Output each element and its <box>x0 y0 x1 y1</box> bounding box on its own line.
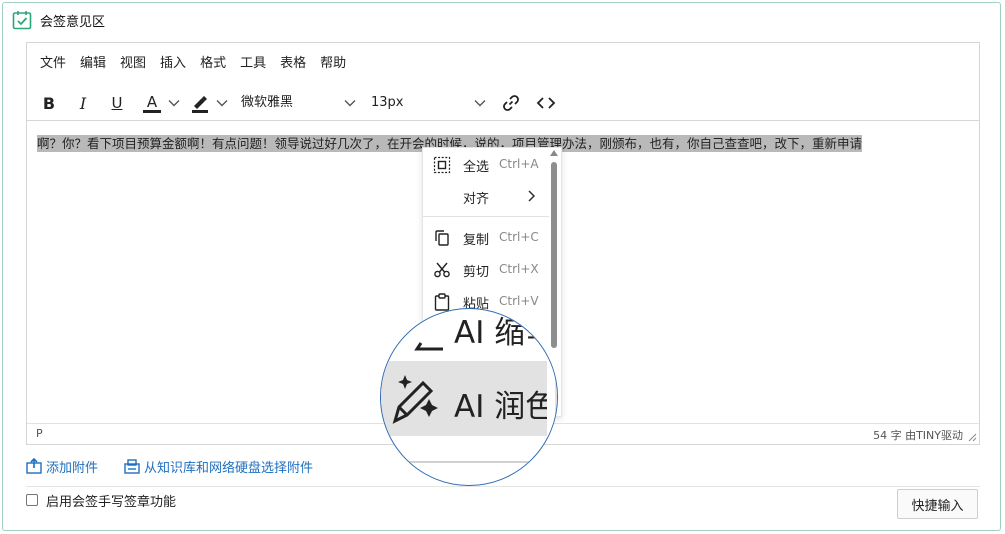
knowledge-base-attachment-label: 从知识库和网络硬盘选择附件 <box>144 460 314 476</box>
editor-toolbar: B I U A 微软雅黑 13px <box>27 85 979 121</box>
bold-button[interactable]: B <box>39 89 59 117</box>
magnifier-lens: AI 缩写 AI 润色 <box>380 308 558 486</box>
add-attachment-link[interactable]: 添加附件 <box>26 456 98 476</box>
italic-icon: I <box>79 93 87 113</box>
menu-edit[interactable]: 编辑 <box>73 43 113 85</box>
signature-toggle[interactable]: 启用会签手写签章功能 <box>26 490 176 510</box>
chevron-down-icon <box>216 100 228 107</box>
resize-grip-icon[interactable] <box>967 432 977 442</box>
footer-divider <box>26 486 980 487</box>
font-family-dropdown-arrow[interactable] <box>343 89 357 117</box>
font-size-value: 13px <box>371 95 404 110</box>
chevron-down-icon <box>344 100 356 107</box>
menu-item-label: 全选 <box>463 160 490 175</box>
highlight-color-button[interactable] <box>187 89 213 117</box>
chevron-down-icon <box>474 100 486 107</box>
chevron-down-icon <box>168 100 180 107</box>
bold-icon: B <box>42 93 56 113</box>
ai-shorten-icon <box>399 315 443 351</box>
text-color-swatch <box>143 109 161 113</box>
font-size-dropdown-arrow[interactable] <box>473 89 487 117</box>
scroll-up-icon[interactable] <box>550 150 558 156</box>
menu-insert[interactable]: 插入 <box>153 43 193 85</box>
signature-label: 启用会签手写签章功能 <box>46 494 177 510</box>
menu-format[interactable]: 格式 <box>193 43 233 85</box>
source-code-icon <box>536 97 556 109</box>
menu-item-shortcut: Ctrl+C <box>499 230 539 244</box>
menu-separator <box>423 216 549 217</box>
underline-button[interactable]: U <box>107 89 127 117</box>
menu-tools[interactable]: 工具 <box>233 43 273 85</box>
word-count: 54 字 由TINY驱动 <box>873 429 963 442</box>
signature-checkbox[interactable] <box>26 494 38 506</box>
menu-item-align[interactable]: 对齐 <box>423 183 549 211</box>
ai-shorten-label: AI 缩写 <box>454 315 557 351</box>
menu-file[interactable]: 文件 <box>33 43 73 85</box>
element-path[interactable]: P <box>36 427 43 440</box>
editor-menubar: 文件 编辑 视图 插入 格式 工具 表格 帮助 <box>27 43 979 85</box>
source-code-button[interactable] <box>534 89 558 117</box>
menu-item-copy[interactable]: 复制 Ctrl+C <box>423 224 549 252</box>
menu-item-ai-polish[interactable]: AI 润色 <box>381 361 557 436</box>
font-family-value: 微软雅黑 <box>241 95 294 110</box>
link-icon <box>503 95 519 111</box>
ai-polish-label: AI 润色 <box>454 389 557 425</box>
underline-icon: U <box>111 94 123 112</box>
quick-input-label: 快捷输入 <box>911 498 964 514</box>
ai-polish-icon <box>392 375 438 424</box>
text-color-button[interactable]: A <box>139 89 165 117</box>
text-color-dropdown[interactable] <box>167 89 181 117</box>
chevron-right-icon <box>528 190 536 202</box>
menu-item-shortcut: Ctrl+V <box>499 294 539 308</box>
knowledge-base-attachment-link[interactable]: 从知识库和网络硬盘选择附件 <box>124 456 313 476</box>
cut-icon <box>434 262 450 278</box>
text-color-icon: A <box>146 92 158 111</box>
menu-item-label: 剪切 <box>463 265 490 280</box>
menu-item-shortcut: Ctrl+X <box>499 262 539 276</box>
menu-help[interactable]: 帮助 <box>313 43 353 85</box>
insert-link-button[interactable] <box>499 89 523 117</box>
menu-item-ai-shorten[interactable]: AI 缩写 <box>381 309 557 361</box>
section-header: 会签意见区 <box>12 8 105 32</box>
menu-item-shortcut: Ctrl+A <box>499 157 539 171</box>
cloud-drive-icon <box>124 459 140 474</box>
menu-item-label: 复制 <box>463 233 490 248</box>
highlight-color-icon <box>192 96 208 113</box>
menu-table[interactable]: 表格 <box>273 43 313 85</box>
menu-item-select-all[interactable]: 全选 Ctrl+A <box>423 151 549 179</box>
menu-view[interactable]: 视图 <box>113 43 153 85</box>
menu-item-label: 对齐 <box>463 192 490 207</box>
section-title: 会签意见区 <box>40 14 106 30</box>
add-attachment-label: 添加附件 <box>46 460 99 476</box>
magnifier-divider <box>381 461 557 463</box>
menu-item-cut[interactable]: 剪切 Ctrl+X <box>423 256 549 284</box>
upload-icon <box>26 458 42 474</box>
highlight-color-dropdown[interactable] <box>215 89 229 117</box>
copy-icon <box>435 230 449 246</box>
italic-button[interactable]: I <box>73 89 93 117</box>
select-all-icon <box>433 156 451 174</box>
calendar-check-icon <box>12 11 32 30</box>
quick-input-button[interactable]: 快捷输入 <box>897 489 978 519</box>
magnifier-scrollbar <box>547 309 555 485</box>
